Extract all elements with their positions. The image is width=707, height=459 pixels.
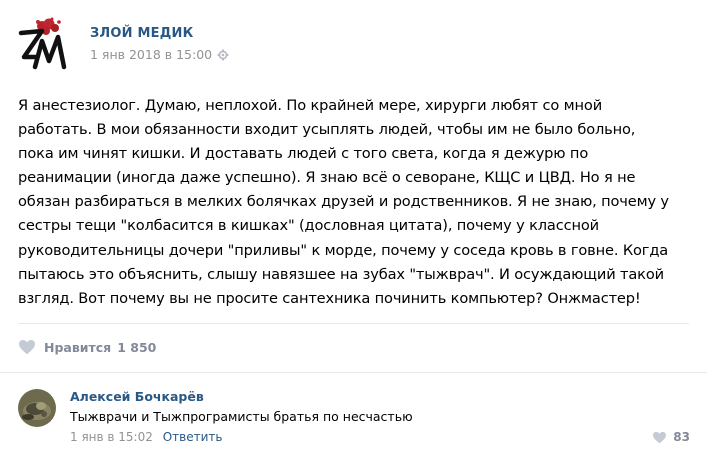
post-text-line: руководительницы дочери "приливы" к морд… (18, 241, 669, 259)
post-author[interactable]: ЗЛОЙ МЕДИК (90, 26, 193, 41)
comment-author[interactable]: Алексей Бочкарёв (70, 389, 204, 404)
community-logo[interactable] (18, 17, 72, 71)
post-date[interactable]: 1 янв 2018 в 15:00 (90, 47, 212, 62)
like-label: Нравится (44, 339, 112, 355)
post-text: Я анестезиолог. Думаю, неплохой. По край… (18, 94, 690, 311)
post-text-line: Я анестезиолог. Думаю, неплохой. По край… (18, 97, 603, 114)
like-count: 1 850 (117, 339, 157, 355)
post-text-line: пытаюсь это объяснить, слышу навязшее на… (18, 265, 664, 283)
comment-like-count: 83 (673, 430, 690, 444)
gear-icon[interactable] (217, 49, 229, 61)
post-text-line: взгляд. Вот почему вы не просите сантехн… (18, 289, 641, 307)
heart-icon (653, 431, 667, 443)
comment-like-button[interactable]: 83 (652, 430, 690, 444)
post-text-line: работать. В мои обязанности входит усыпл… (18, 121, 636, 139)
post-date-row: 1 янв 2018 в 15:00 (90, 47, 229, 62)
comment: Алексей Бочкарёв Тыжврачи и Тыжпрограмис… (18, 389, 690, 449)
post-text-line: пока им чинят кишки. И доставать людей с… (18, 145, 589, 163)
like-button[interactable]: Нравится 1 850 (18, 339, 156, 355)
avatar[interactable] (18, 389, 56, 427)
post-text-line: сестры тещи "колбасится в кишках" (досло… (18, 217, 599, 235)
heart-icon (19, 340, 35, 355)
reply-button[interactable]: Ответить (163, 430, 223, 444)
comment-date[interactable]: 1 янв в 15:02 (70, 430, 153, 444)
comment-text: Тыжврачи и Тыжпрограмисты братья по несч… (70, 409, 413, 424)
comments-divider (0, 372, 707, 373)
comment-meta: 1 янв в 15:02 Ответить (70, 430, 222, 444)
post-divider (18, 323, 689, 324)
post-text-line: реанимации (иногда даже успешно). Я знаю… (18, 169, 636, 187)
post-text-line: обязан разбираться в мелких болячках дру… (18, 193, 669, 211)
